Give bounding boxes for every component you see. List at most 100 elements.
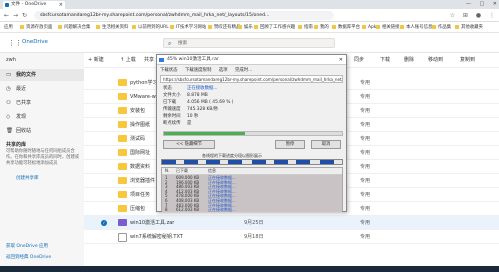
nav-item-shared[interactable]: ⚇ 已共享 xyxy=(0,97,84,109)
user-name: zwh xyxy=(6,57,16,63)
folder-icon xyxy=(118,205,127,212)
delete-button[interactable]: 删除 xyxy=(404,53,414,68)
bookmark-item[interactable]: 其他收藏夹 xyxy=(455,22,483,33)
star-icon[interactable]: ☆ xyxy=(450,12,455,19)
bookmark-item[interactable]: 以前用到的URL xyxy=(132,22,169,33)
folder-icon xyxy=(118,79,127,86)
reload-icon[interactable]: ↻ xyxy=(22,11,27,20)
shared-library-title: 共享的库 xyxy=(6,142,27,148)
bookmark-item[interactable]: 回顾了工作感兴趣 xyxy=(254,22,295,33)
forward-arrow-icon[interactable]: → xyxy=(13,11,18,20)
hide-details-button[interactable]: << 隐藏细节 xyxy=(163,140,215,149)
text-file-icon xyxy=(118,233,127,242)
bookmark-item[interactable]: 应用 xyxy=(4,22,13,33)
shared-library-description: 可帮助你随时随地与任何同组成员合作。在你和共享库成员的同时，创建或共享功能可轻松… xyxy=(6,149,80,166)
tab-speed-limit[interactable]: 下载速度限制 xyxy=(185,68,211,73)
bookmark-item[interactable]: Apk xyxy=(362,22,376,33)
nav-item-discover[interactable]: ◇ 发现 xyxy=(0,111,84,123)
tab-options[interactable]: 选项 xyxy=(219,68,228,73)
bookmark-item[interactable]: IT技术学习网站 xyxy=(170,22,206,33)
profile-icon[interactable]: ● xyxy=(476,12,481,19)
left-navigation: zwh ▭ 我的文件 ◷ 最近 ⚇ 已共享 ◇ 发现 🗑 回收站 共享的库 可帮… xyxy=(0,53,84,272)
sync-button[interactable]: 同步 xyxy=(354,53,364,68)
folder-icon xyxy=(118,149,127,156)
file-size-row: 文件大小 8.878 MB xyxy=(163,93,208,98)
address-bar-row: ← → ↻ sbsfcursotamandareg12br-my.sharepo… xyxy=(0,9,499,22)
bookmark-item[interactable]: 生活相关资料 xyxy=(96,22,128,33)
diamond-icon: ◇ xyxy=(6,114,11,120)
downloaded-row: 已下载 4.056 MB ( 45.69 % ) xyxy=(163,100,234,105)
bookmark-item[interactable]: 赞叹还有精品 xyxy=(208,22,240,33)
bookmark-item[interactable]: 指南 xyxy=(298,22,313,33)
threads-header: N. 已下载 信息 xyxy=(162,168,342,175)
get-apps-link[interactable]: 获取 OneDrive 应用 xyxy=(6,243,48,249)
progress-fill xyxy=(164,132,246,135)
folder-icon xyxy=(118,121,127,128)
new-button[interactable]: + 新建 xyxy=(88,53,104,68)
file-row[interactable]: win7系统解密秘钥.TXT 9月18日 专用 xyxy=(84,230,499,244)
checkmark-icon[interactable]: ✓ xyxy=(101,220,107,226)
close-window-button[interactable]: ✕ xyxy=(493,1,497,7)
download-dialog: 45% win10激活工具.rar ✕ 下载状态 下载速度限制 选项 完成时… … xyxy=(156,54,347,213)
menu-icon[interactable]: ⋮ xyxy=(489,12,495,19)
bookmark-item[interactable]: 资源存放页面 xyxy=(20,22,52,33)
download-progress-bar xyxy=(163,131,343,136)
minimize-button[interactable]: — xyxy=(466,1,471,7)
bookmark-item[interactable]: 问题解决合集 xyxy=(58,22,90,33)
search-placeholder: 搜索 xyxy=(178,41,188,46)
file-row-selected[interactable]: ✓ win10激活工具.zar 9月25日 专用 xyxy=(84,216,499,230)
back-to-classic-link[interactable]: 返回到经典 OneDrive xyxy=(6,254,51,260)
create-shared-library-link[interactable]: 创建共享库 xyxy=(16,175,39,181)
bookmark-item[interactable]: 相关链接 xyxy=(376,22,400,33)
nav-item-my-files[interactable]: ▭ 我的文件 xyxy=(0,69,84,81)
trash-icon: 🗑 xyxy=(6,128,13,134)
folder-icon xyxy=(118,191,127,198)
browser-tab[interactable]: 文件 - OneDrive × xyxy=(3,1,65,9)
thread-row: 8 612.003 KB 正在接收数据... xyxy=(162,207,342,213)
folder-icon xyxy=(118,93,127,100)
move-to-button[interactable]: 移动到 xyxy=(428,53,443,68)
bookmark-item[interactable]: 我的 xyxy=(314,22,329,33)
folder-icon xyxy=(118,163,127,170)
folder-icon xyxy=(118,135,127,142)
copy-to-button[interactable]: 复制到 xyxy=(460,53,475,68)
bookmark-item[interactable]: 本人账号信息 xyxy=(400,22,432,33)
tab-title: 文件 - OneDrive xyxy=(11,2,47,7)
close-tab-icon[interactable]: × xyxy=(59,1,63,9)
dialog-titlebar: 45% win10激活工具.rar ✕ xyxy=(157,55,346,65)
resume-row: 断点续传是 xyxy=(163,121,192,126)
download-url-field[interactable]: https://sbsfcursotamandareg12br-my.share… xyxy=(160,75,343,83)
onedrive-tab-icon xyxy=(5,3,9,7)
time-left-row: 剩余时间 10 秒 xyxy=(163,114,199,119)
share-button[interactable]: 共享 xyxy=(144,53,154,68)
bookmark-item[interactable]: 数据库平台 xyxy=(332,22,360,33)
cancel-button[interactable]: 取消 xyxy=(311,140,341,149)
search-input[interactable]: ⌕ 搜索 xyxy=(163,38,335,48)
dialog-title: 45% win10激活工具.rar xyxy=(167,57,219,62)
upload-button[interactable]: ↑ 上载 xyxy=(120,53,136,68)
address-bar-icons: ☆ ⊞ ● ⋮ xyxy=(444,11,495,20)
maximize-button[interactable]: □ xyxy=(479,1,484,7)
app-title[interactable]: OneDrive xyxy=(22,39,48,45)
app-launcher-icon[interactable]: ⋮⋮ xyxy=(8,39,22,47)
url-input[interactable]: sbsfcursotamandareg12br-my.sharepoint.co… xyxy=(34,11,334,20)
tab-download-status[interactable]: 下载状态 xyxy=(160,68,178,73)
tab-on-complete[interactable]: 完成时… xyxy=(235,68,253,73)
nav-item-recycle-bin[interactable]: 🗑 回收站 xyxy=(0,125,84,137)
pause-button[interactable]: 暂停 xyxy=(275,140,305,149)
nav-item-recent[interactable]: ◷ 最近 xyxy=(0,83,84,95)
bookmarks-bar: 应用 资源存放页面 问题解决合集 生活相关资料 以前用到的URL IT技术学习网… xyxy=(0,22,499,33)
bookmark-item[interactable]: 娱乐 xyxy=(238,22,253,33)
extensions-icon[interactable]: ⊞ xyxy=(463,12,468,19)
back-arrow-icon[interactable]: ← xyxy=(4,11,9,20)
dialog-close-button[interactable]: ✕ xyxy=(339,55,343,65)
dialog-tabs: 下载状态 下载速度限制 选项 完成时… xyxy=(160,67,259,73)
status-row: 状态 正在接收数据... xyxy=(163,86,218,91)
download-button[interactable]: 下载 xyxy=(380,53,390,68)
taskbar xyxy=(0,266,499,272)
folder-icon: ▭ xyxy=(6,72,12,78)
browser-titlebar: 文件 - OneDrive × — □ ✕ xyxy=(0,0,499,9)
bookmark-item[interactable]: 作品集 xyxy=(432,22,451,33)
download-icon xyxy=(159,58,164,62)
transfer-speed-row: 传输速度 745.328 KB/秒 xyxy=(163,107,219,112)
